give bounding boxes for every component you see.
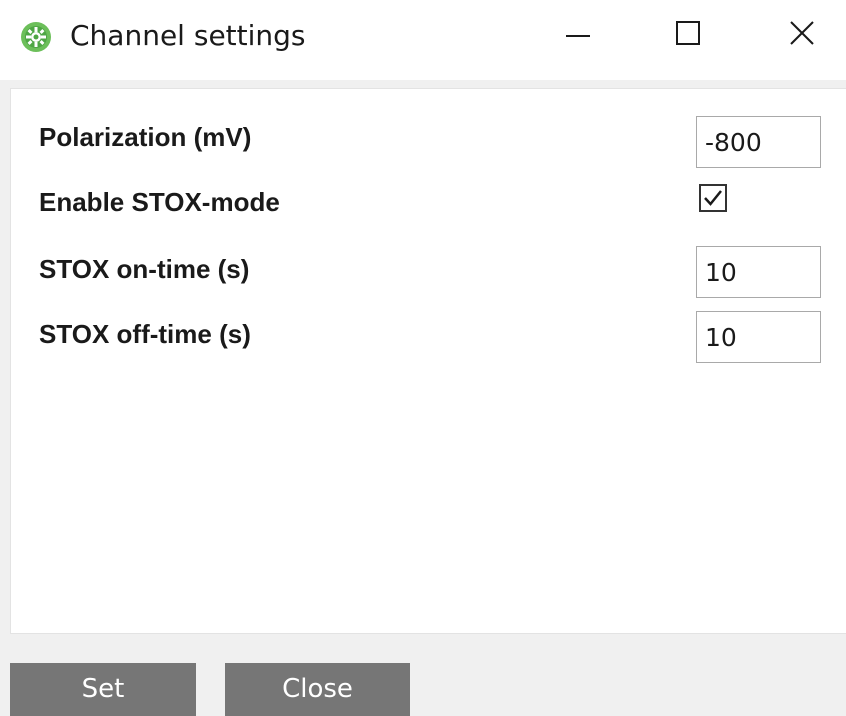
stox-on-time-input[interactable] <box>696 246 821 298</box>
close-icon <box>788 19 816 52</box>
stox-off-time-label: STOX off-time (s) <box>39 319 251 349</box>
stox-off-time-input[interactable] <box>696 311 821 363</box>
stox-mode-label: Enable STOX-mode <box>39 187 280 217</box>
maximize-icon <box>674 19 702 52</box>
minimize-button[interactable] <box>548 10 608 60</box>
set-button[interactable]: Set <box>10 663 196 716</box>
maximize-button[interactable] <box>658 10 718 60</box>
polarization-input[interactable] <box>696 116 821 168</box>
stox-mode-checkbox[interactable] <box>699 184 727 212</box>
minimize-icon <box>564 19 592 52</box>
stox-on-time-label: STOX on-time (s) <box>39 254 250 284</box>
title-bar: Channel settings <box>0 0 846 80</box>
close-button[interactable]: Close <box>225 663 410 716</box>
polarization-label: Polarization (mV) <box>39 122 252 152</box>
window-title: Channel settings <box>70 19 306 52</box>
close-window-button[interactable] <box>772 10 832 60</box>
settings-panel: Polarization (mV) Enable STOX-mode STOX … <box>10 88 846 634</box>
app-gear-icon <box>20 21 52 53</box>
